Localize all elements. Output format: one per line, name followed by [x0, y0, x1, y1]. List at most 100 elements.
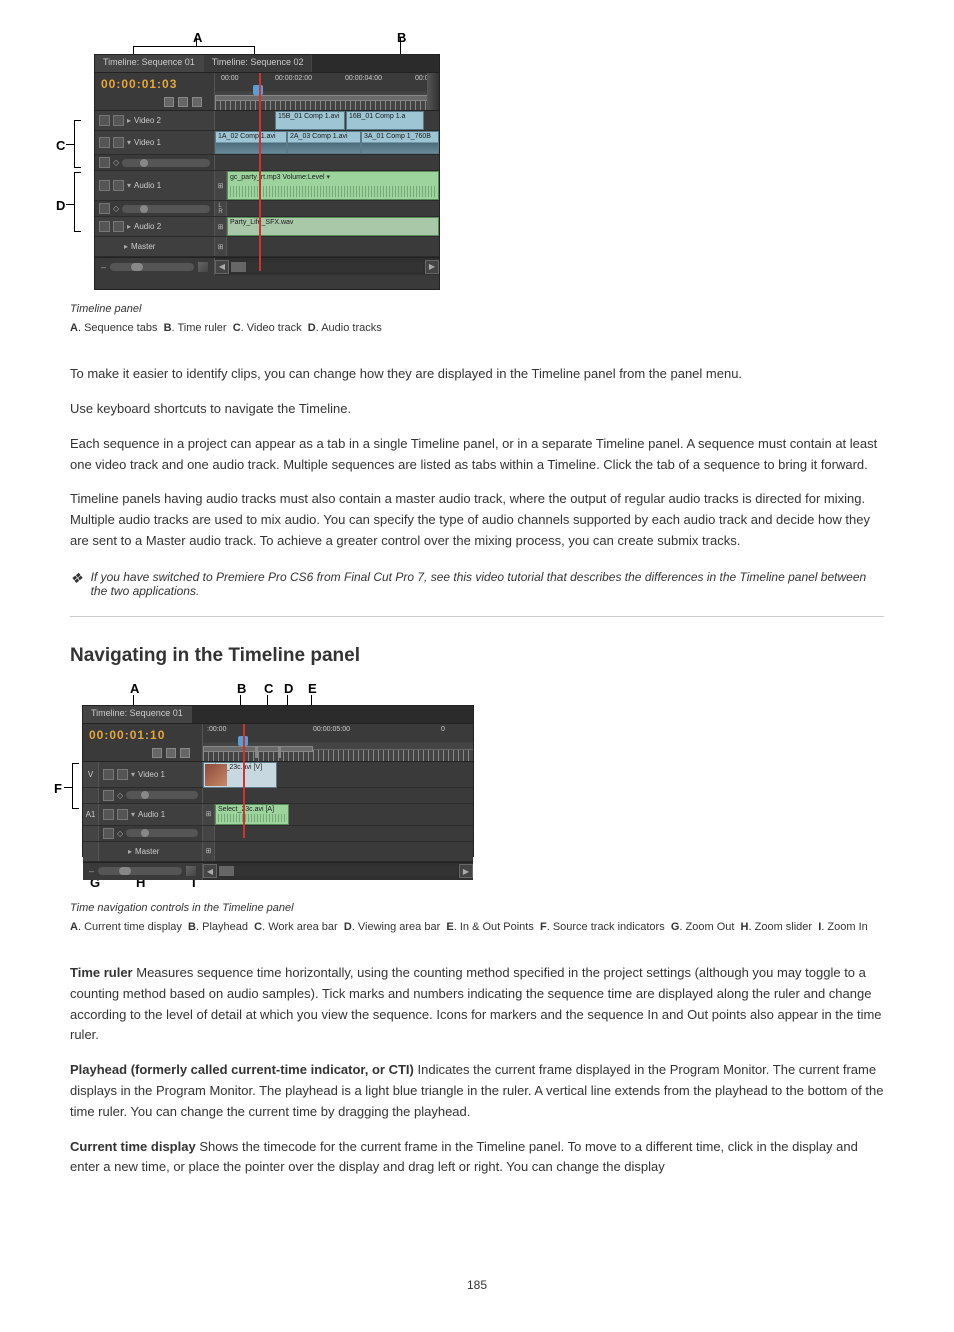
speaker-icon[interactable]: [99, 221, 110, 232]
sync-lock-icon[interactable]: ⊞: [203, 842, 215, 861]
zoom-out-icon[interactable]: –: [101, 262, 106, 272]
scroll-right-icon[interactable]: ▶: [459, 864, 473, 878]
marker-icon[interactable]: [178, 97, 188, 107]
scroll-left-icon[interactable]: ◀: [215, 260, 229, 274]
chevron-right-icon[interactable]: ▸: [128, 847, 132, 856]
diamond-icon[interactable]: ◇: [117, 791, 123, 800]
sync-lock-icon[interactable]: ⊞: [215, 217, 227, 236]
zoom-slider[interactable]: [98, 867, 182, 875]
lock-icon[interactable]: [113, 180, 124, 191]
sync-lock-icon[interactable]: ⊞: [215, 237, 227, 256]
track-header[interactable]: ▸ Video 2: [95, 111, 215, 130]
track-audio-1-controls: ◇: [83, 826, 473, 842]
timeline-panel-2[interactable]: Timeline: Sequence 01 00:00:01:10 :00:00…: [82, 705, 474, 857]
video-clip[interactable]: 15B_01 Comp 1.avi: [275, 111, 345, 130]
track-video-1: V ▾ Video 1 Select_23c.avi [V]: [83, 762, 473, 788]
work-area-bar[interactable]: [215, 95, 439, 101]
zoom-out-icon[interactable]: –: [89, 866, 94, 876]
video-clip[interactable]: 3A_01 Comp 1_760B: [361, 131, 439, 154]
in-point-icon[interactable]: [255, 746, 258, 758]
zoom-in-icon[interactable]: [198, 262, 208, 272]
scroll-left-icon[interactable]: ◀: [203, 864, 217, 878]
track-name: Audio 1: [138, 810, 198, 819]
sequence-tabs[interactable]: Timeline: Sequence 01: [83, 706, 473, 724]
track-header[interactable]: ▸ Master: [95, 237, 215, 256]
out-point-icon[interactable]: [278, 746, 281, 758]
scroll-right-icon[interactable]: ▶: [425, 260, 439, 274]
keyframe-icon[interactable]: [99, 203, 110, 214]
speaker-icon[interactable]: [103, 809, 114, 820]
chevron-down-icon[interactable]: ▾: [127, 181, 131, 190]
lock-icon[interactable]: [113, 137, 124, 148]
zoom-in-icon[interactable]: [186, 866, 196, 876]
diamond-icon[interactable]: ◇: [113, 204, 119, 213]
track-name: Master: [135, 847, 198, 856]
chevron-right-icon[interactable]: ▸: [127, 222, 131, 231]
track-header[interactable]: ▾ Audio 1: [99, 804, 203, 825]
channel-label: [203, 826, 215, 841]
viewing-area-bar[interactable]: [427, 73, 439, 110]
lock-icon[interactable]: [117, 809, 128, 820]
speaker-icon[interactable]: [99, 180, 110, 191]
diamond-icon[interactable]: ◇: [117, 829, 123, 838]
horizontal-scrollbar[interactable]: ◀ ▶: [215, 258, 439, 275]
lock-icon[interactable]: [113, 115, 124, 126]
volume-slider[interactable]: [122, 205, 210, 213]
keyframe-icon[interactable]: [103, 790, 114, 801]
chevron-down-icon[interactable]: ▾: [127, 138, 131, 147]
current-time-display[interactable]: 00:00:01:03: [101, 77, 208, 91]
eye-icon[interactable]: [103, 769, 114, 780]
video-clip[interactable]: 16B_01 Comp 1.a: [346, 111, 424, 130]
fig2-bracket-f: [72, 763, 73, 809]
paragraph: Timeline panels having audio tracks must…: [70, 489, 884, 551]
marker-icon[interactable]: [166, 748, 176, 758]
eye-icon[interactable]: [99, 137, 110, 148]
lock-icon[interactable]: [113, 221, 124, 232]
sequence-tabs[interactable]: Timeline: Sequence 01 Timeline: Sequence…: [95, 55, 439, 73]
eye-icon[interactable]: [99, 115, 110, 126]
time-ruler[interactable]: 00:00 00:00:02:00 00:00:04:00 00:00:: [215, 73, 439, 110]
opacity-slider[interactable]: [122, 159, 210, 167]
horizontal-scrollbar[interactable]: ◀ ▶: [203, 863, 473, 880]
source-track-indicator-a1[interactable]: A1: [83, 804, 99, 825]
video-clip[interactable]: Select_23c.avi [V]: [203, 762, 277, 788]
video-clip[interactable]: 2A_03 Comp 1.avi: [287, 131, 361, 154]
chevron-right-icon[interactable]: ▸: [127, 116, 131, 125]
track-header[interactable]: ▾ Video 1: [99, 762, 203, 787]
volume-slider[interactable]: [126, 829, 198, 837]
track-header[interactable]: ▸ Master: [99, 842, 203, 861]
track-name: Video 2: [134, 116, 210, 125]
lock-icon[interactable]: [117, 769, 128, 780]
sync-lock-icon[interactable]: ⊞: [203, 804, 215, 825]
video-clip[interactable]: 1A_02 Comp 1.avi: [215, 131, 287, 154]
track-header[interactable]: ▾ Audio 1: [95, 171, 215, 200]
snap-icon[interactable]: [152, 748, 162, 758]
sequence-tab[interactable]: Timeline: Sequence 01: [83, 706, 192, 723]
playhead-line[interactable]: [259, 73, 261, 271]
diamond-icon[interactable]: ◇: [113, 158, 119, 167]
timecode-area: 00:00:01:10: [83, 724, 203, 761]
current-time-display[interactable]: 00:00:01:10: [89, 728, 196, 742]
chevron-right-icon[interactable]: ▸: [124, 242, 128, 251]
sequence-tab-1[interactable]: Timeline: Sequence 01: [95, 55, 204, 72]
zoom-slider[interactable]: [110, 263, 194, 271]
playhead-line[interactable]: [243, 724, 245, 838]
timeline-panel-1[interactable]: Timeline: Sequence 01 Timeline: Sequence…: [94, 54, 440, 290]
source-track-indicator-v[interactable]: V: [83, 762, 99, 787]
audio-clip[interactable]: Select_23c.avi [A]: [215, 804, 289, 825]
settings-icon[interactable]: [180, 748, 190, 758]
opacity-slider[interactable]: [126, 791, 198, 799]
settings-icon[interactable]: [192, 97, 202, 107]
snap-icon[interactable]: [164, 97, 174, 107]
track-header[interactable]: ▸ Audio 2: [95, 217, 215, 236]
keyframe-icon[interactable]: [103, 828, 114, 839]
track-header[interactable]: ▾ Video 1: [95, 131, 215, 154]
sequence-tab-2[interactable]: Timeline: Sequence 02: [204, 55, 313, 72]
chevron-down-icon[interactable]: ▾: [131, 810, 135, 819]
chevron-down-icon[interactable]: ▾: [131, 770, 135, 779]
work-area-bar[interactable]: [203, 746, 313, 752]
section-heading: Navigating in the Timeline panel: [70, 645, 884, 667]
playhead-head[interactable]: [253, 85, 263, 95]
sync-lock-icon[interactable]: ⊞: [215, 171, 227, 200]
keyframe-icon[interactable]: [99, 157, 110, 168]
